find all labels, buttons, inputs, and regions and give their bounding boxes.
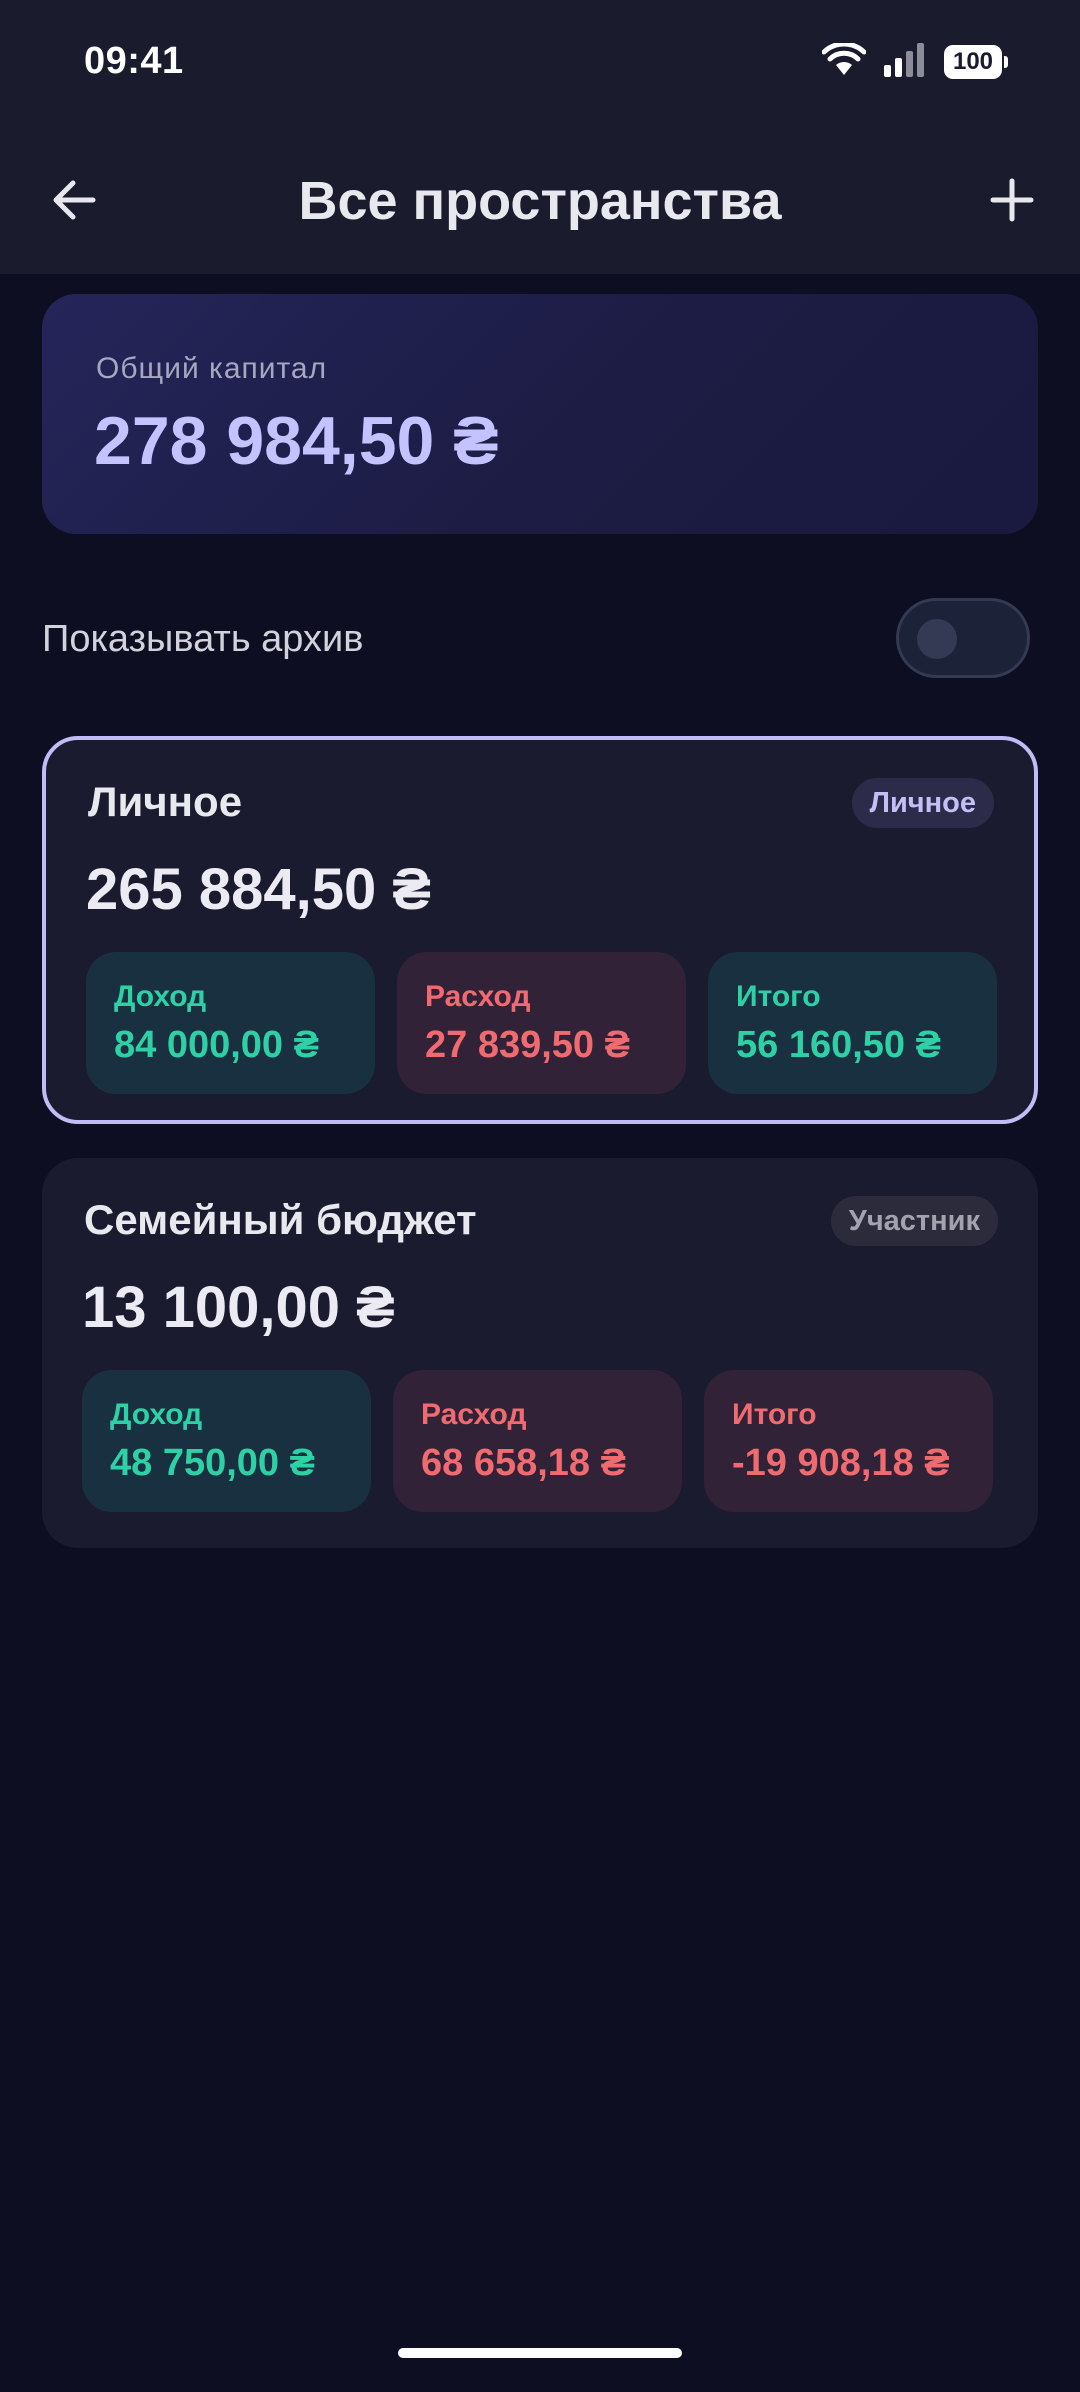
total-label: Итого: [732, 1398, 817, 1431]
income-label: Доход: [110, 1398, 203, 1431]
total-value: -19 908,18 ₴: [732, 1442, 950, 1484]
show-archive-toggle[interactable]: [896, 598, 1030, 678]
page-title: Все пространства: [298, 171, 782, 231]
income-value: 48 750,00 ₴: [110, 1442, 315, 1484]
expense-label: Расход: [425, 980, 531, 1013]
home-indicator[interactable]: [398, 2348, 682, 2358]
expense-value: 68 658,18 ₴: [421, 1442, 626, 1484]
expense-stat: Расход 27 839,50 ₴: [397, 952, 686, 1094]
income-value: 84 000,00 ₴: [114, 1024, 319, 1066]
space-balance: 13 100,00 ₴: [82, 1275, 395, 1340]
space-card-family-budget[interactable]: Семейный бюджет Участник 13 100,00 ₴ Дох…: [42, 1158, 1038, 1548]
total-capital-value: 278 984,50 ₴: [94, 403, 499, 479]
signal-icon: [884, 42, 926, 82]
total-stat: Итого 56 160,50 ₴: [708, 952, 997, 1094]
space-name: Личное: [88, 778, 243, 825]
income-stat: Доход 48 750,00 ₴: [82, 1370, 371, 1512]
total-value: 56 160,50 ₴: [736, 1024, 941, 1066]
status-time: 09:41: [84, 40, 184, 82]
show-archive-label: Показывать архив: [42, 618, 364, 660]
battery-icon: 100: [944, 45, 1008, 79]
plus-icon: [990, 178, 1034, 227]
wifi-icon: [821, 41, 867, 82]
total-capital-label: Общий капитал: [96, 352, 328, 385]
expense-stat: Расход 68 658,18 ₴: [393, 1370, 682, 1512]
total-stat: Итого -19 908,18 ₴: [704, 1370, 993, 1512]
total-label: Итого: [736, 980, 821, 1013]
income-stat: Доход 84 000,00 ₴: [86, 952, 375, 1094]
income-label: Доход: [114, 980, 207, 1013]
space-balance: 265 884,50 ₴: [86, 857, 432, 922]
space-name: Семейный бюджет: [84, 1196, 477, 1243]
toggle-knob: [917, 619, 957, 659]
status-bar: 09:41 100: [0, 0, 1080, 130]
space-card-personal[interactable]: Личное Личное 265 884,50 ₴ Доход 84 000,…: [42, 736, 1038, 1124]
space-stats-row: Доход 84 000,00 ₴ Расход 27 839,50 ₴ Ито…: [86, 952, 997, 1094]
status-icons: 100: [821, 41, 1008, 82]
expense-value: 27 839,50 ₴: [425, 1024, 630, 1066]
add-space-button[interactable]: [978, 168, 1046, 236]
expense-label: Расход: [421, 1398, 527, 1431]
space-role-badge: Личное: [851, 778, 994, 828]
space-role-badge: Участник: [830, 1196, 998, 1246]
show-archive-row: Показывать архив: [42, 590, 1038, 690]
total-capital-card: Общий капитал 278 984,50 ₴: [42, 294, 1038, 534]
app-bar: Все пространства: [0, 130, 1080, 274]
space-stats-row: Доход 48 750,00 ₴ Расход 68 658,18 ₴ Ито…: [82, 1370, 993, 1512]
